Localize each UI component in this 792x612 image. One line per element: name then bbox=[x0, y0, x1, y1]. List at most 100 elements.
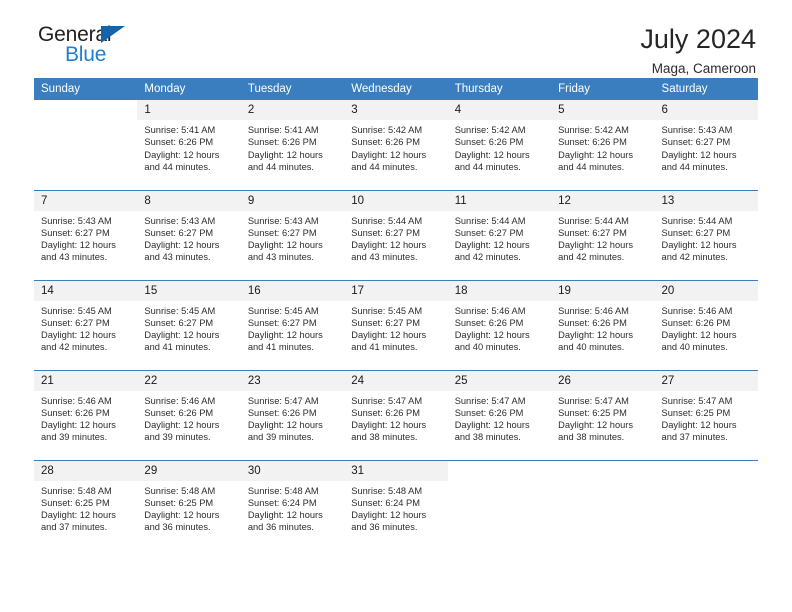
daylight-text-line2: and 44 minutes. bbox=[454, 161, 521, 172]
day-number: 24 bbox=[344, 370, 448, 391]
daylight-text-line2: and 36 minutes. bbox=[144, 522, 211, 533]
daylight-text-line2: and 39 minutes. bbox=[247, 432, 314, 443]
calendar-day-cell[interactable]: 28 Sunrise: 5:48 AM Sunset: 6:25 PM Dayligh… bbox=[34, 459, 138, 550]
calendar-day-cell[interactable]: 7 Sunrise: 5:43 AM Sunset: 6:27 PM Daylight… bbox=[34, 189, 138, 280]
calendar-day-cell[interactable]: 6 Sunrise: 5:43 AM Sunset: 6:27 PM Daylight… bbox=[654, 100, 758, 190]
day-sun-info: Sunrise: 5:47 AM Sunset: 6:26 PM Daylight:… bbox=[448, 391, 551, 444]
calendar-week-row: 1 Sunrise: 5:41 AM Sunset: 6:26 PM Daylight… bbox=[34, 100, 758, 190]
sunset-text: Sunset: 6:27 PM bbox=[661, 227, 731, 238]
day-sun-info: Sunrise: 5:44 AM Sunset: 6:27 PM Daylight:… bbox=[655, 211, 758, 264]
sunrise-text: Sunrise: 5:48 AM bbox=[144, 485, 216, 496]
calendar-day-cell[interactable]: 21 Sunrise: 5:46 AM Sunset: 6:26 PM Dayligh… bbox=[34, 369, 138, 460]
calendar-day-cell[interactable]: 24 Sunrise: 5:47 AM Sunset: 6:26 PM Dayligh… bbox=[344, 369, 448, 460]
calendar-day-cell[interactable]: 18 Sunrise: 5:46 AM Sunset: 6:26 PM Dayligh… bbox=[447, 279, 552, 370]
calendar-day-cell[interactable]: 11 Sunrise: 5:44 AM Sunset: 6:27 PM Dayligh… bbox=[447, 189, 552, 280]
sunrise-text: Sunrise: 5:44 AM bbox=[661, 215, 733, 226]
calendar-day-cell-empty bbox=[551, 459, 655, 550]
daylight-text-line1: Daylight: 12 hours bbox=[41, 510, 116, 521]
sunset-text: Sunset: 6:27 PM bbox=[144, 317, 214, 328]
sunset-text: Sunset: 6:26 PM bbox=[351, 407, 420, 418]
calendar-day-cell[interactable]: 12 Sunrise: 5:44 AM Sunset: 6:27 PM Dayligh… bbox=[551, 189, 655, 280]
calendar-day-cell[interactable]: 2 Sunrise: 5:41 AM Sunset: 6:26 PM Daylight… bbox=[240, 100, 345, 190]
sunrise-text: Sunrise: 5:45 AM bbox=[41, 305, 112, 316]
calendar-day-cell[interactable]: 23 Sunrise: 5:47 AM Sunset: 6:26 PM Dayligh… bbox=[240, 369, 345, 460]
sunrise-text: Sunrise: 5:44 AM bbox=[454, 215, 526, 226]
calendar-day-cell[interactable]: 22 Sunrise: 5:46 AM Sunset: 6:26 PM Dayligh… bbox=[137, 369, 241, 460]
day-sun-info: Sunrise: 5:45 AM Sunset: 6:27 PM Daylight:… bbox=[34, 301, 137, 354]
daylight-text-line2: and 39 minutes. bbox=[41, 432, 108, 443]
sunrise-text: Sunrise: 5:47 AM bbox=[661, 395, 733, 406]
daylight-text-line2: and 43 minutes. bbox=[247, 252, 314, 263]
sunset-text: Sunset: 6:26 PM bbox=[247, 407, 317, 418]
calendar-day-cell[interactable]: 16 Sunrise: 5:45 AM Sunset: 6:27 PM Dayligh… bbox=[240, 279, 345, 370]
calendar-day-cell[interactable]: 4 Sunrise: 5:42 AM Sunset: 6:26 PM Daylight… bbox=[447, 100, 552, 190]
day-number: 29 bbox=[137, 460, 241, 481]
sunset-text: Sunset: 6:26 PM bbox=[351, 137, 420, 148]
weekday-header-thursday: Thursday bbox=[447, 78, 552, 100]
daylight-text-line1: Daylight: 12 hours bbox=[558, 330, 634, 341]
day-number: 11 bbox=[447, 190, 552, 211]
calendar-day-cell[interactable]: 30 Sunrise: 5:48 AM Sunset: 6:24 PM Dayligh… bbox=[240, 459, 345, 550]
daylight-text-line1: Daylight: 12 hours bbox=[454, 240, 530, 251]
sunrise-text: Sunrise: 5:47 AM bbox=[454, 395, 526, 406]
day-sun-info: Sunrise: 5:43 AM Sunset: 6:27 PM Daylight:… bbox=[655, 120, 758, 173]
daylight-text-line2: and 38 minutes. bbox=[351, 432, 418, 443]
daylight-text-line2: and 43 minutes. bbox=[41, 252, 108, 263]
daylight-text-line2: and 42 minutes. bbox=[661, 252, 728, 263]
day-number: 10 bbox=[344, 190, 448, 211]
day-number: 5 bbox=[551, 100, 655, 120]
sunset-text: Sunset: 6:27 PM bbox=[247, 317, 317, 328]
calendar-day-cell[interactable]: 31 Sunrise: 5:48 AM Sunset: 6:24 PM Dayligh… bbox=[344, 459, 448, 550]
sunrise-text: Sunrise: 5:47 AM bbox=[558, 395, 629, 406]
daylight-text-line2: and 39 minutes. bbox=[144, 432, 211, 443]
sunrise-text: Sunrise: 5:44 AM bbox=[351, 215, 423, 226]
day-sun-info: Sunrise: 5:48 AM Sunset: 6:25 PM Daylight:… bbox=[34, 481, 137, 534]
daylight-text-line1: Daylight: 12 hours bbox=[247, 330, 323, 341]
sunrise-sunset-calendar-table: Sunday Monday Tuesday Wednesday Thursday… bbox=[34, 78, 758, 550]
daylight-text-line2: and 36 minutes. bbox=[247, 522, 314, 533]
calendar-day-cell[interactable]: 29 Sunrise: 5:48 AM Sunset: 6:25 PM Dayligh… bbox=[137, 459, 241, 550]
calendar-day-cell[interactable]: 26 Sunrise: 5:47 AM Sunset: 6:25 PM Dayligh… bbox=[551, 369, 655, 460]
sunrise-text: Sunrise: 5:46 AM bbox=[41, 395, 112, 406]
sunset-text: Sunset: 6:26 PM bbox=[454, 407, 524, 418]
calendar-day-cell[interactable]: 25 Sunrise: 5:47 AM Sunset: 6:26 PM Dayligh… bbox=[447, 369, 552, 460]
sunrise-text: Sunrise: 5:44 AM bbox=[558, 215, 629, 226]
calendar-day-cell[interactable]: 8 Sunrise: 5:43 AM Sunset: 6:27 PM Daylight… bbox=[137, 189, 241, 280]
calendar-day-cell[interactable]: 13 Sunrise: 5:44 AM Sunset: 6:27 PM Dayligh… bbox=[654, 189, 758, 280]
day-number bbox=[448, 461, 551, 481]
sunset-text: Sunset: 6:26 PM bbox=[144, 137, 214, 148]
sunrise-text: Sunrise: 5:48 AM bbox=[351, 485, 423, 496]
day-sun-info: Sunrise: 5:47 AM Sunset: 6:25 PM Daylight:… bbox=[655, 391, 758, 444]
day-number bbox=[34, 100, 137, 120]
day-sun-info: Sunrise: 5:47 AM Sunset: 6:26 PM Daylight:… bbox=[241, 391, 344, 444]
day-number: 6 bbox=[654, 100, 758, 120]
day-sun-info: Sunrise: 5:43 AM Sunset: 6:27 PM Daylight:… bbox=[137, 211, 240, 264]
calendar-day-cell[interactable]: 17 Sunrise: 5:45 AM Sunset: 6:27 PM Dayligh… bbox=[344, 279, 448, 370]
daylight-text-line1: Daylight: 12 hours bbox=[454, 420, 530, 431]
calendar-day-cell[interactable]: 27 Sunrise: 5:47 AM Sunset: 6:25 PM Dayligh… bbox=[654, 369, 758, 460]
calendar-day-cell[interactable]: 20 Sunrise: 5:46 AM Sunset: 6:26 PM Dayligh… bbox=[654, 279, 758, 370]
calendar-day-cell[interactable]: 14 Sunrise: 5:45 AM Sunset: 6:27 PM Dayligh… bbox=[34, 279, 138, 370]
day-number: 1 bbox=[137, 100, 241, 120]
sunset-text: Sunset: 6:27 PM bbox=[247, 227, 317, 238]
calendar-day-cell[interactable]: 1 Sunrise: 5:41 AM Sunset: 6:26 PM Daylight… bbox=[137, 100, 241, 190]
sunrise-text: Sunrise: 5:43 AM bbox=[144, 215, 216, 226]
daylight-text-line2: and 42 minutes. bbox=[558, 252, 625, 263]
daylight-text-line2: and 40 minutes. bbox=[454, 342, 521, 353]
calendar-day-cell[interactable]: 5 Sunrise: 5:42 AM Sunset: 6:26 PM Daylight… bbox=[551, 100, 655, 190]
calendar-week-row: 14 Sunrise: 5:45 AM Sunset: 6:27 PM Dayligh… bbox=[34, 279, 758, 370]
day-number: 12 bbox=[551, 190, 655, 211]
calendar-day-cell[interactable]: 9 Sunrise: 5:43 AM Sunset: 6:27 PM Daylight… bbox=[240, 189, 345, 280]
daylight-text-line1: Daylight: 12 hours bbox=[351, 149, 427, 160]
day-sun-info: Sunrise: 5:48 AM Sunset: 6:25 PM Daylight:… bbox=[137, 481, 240, 534]
calendar-day-cell[interactable]: 10 Sunrise: 5:44 AM Sunset: 6:27 PM Dayligh… bbox=[344, 189, 448, 280]
generalblue-logo[interactable]: General Blue bbox=[34, 24, 148, 65]
calendar-day-cell[interactable]: 15 Sunrise: 5:45 AM Sunset: 6:27 PM Dayligh… bbox=[137, 279, 241, 370]
sunset-text: Sunset: 6:26 PM bbox=[454, 317, 524, 328]
sunset-text: Sunset: 6:27 PM bbox=[454, 227, 524, 238]
day-number: 18 bbox=[447, 280, 552, 301]
daylight-text-line1: Daylight: 12 hours bbox=[351, 510, 427, 521]
sunrise-text: Sunrise: 5:46 AM bbox=[454, 305, 526, 316]
calendar-day-cell[interactable]: 19 Sunrise: 5:46 AM Sunset: 6:26 PM Dayligh… bbox=[551, 279, 655, 370]
calendar-day-cell[interactable]: 3 Sunrise: 5:42 AM Sunset: 6:26 PM Daylight… bbox=[344, 100, 448, 190]
